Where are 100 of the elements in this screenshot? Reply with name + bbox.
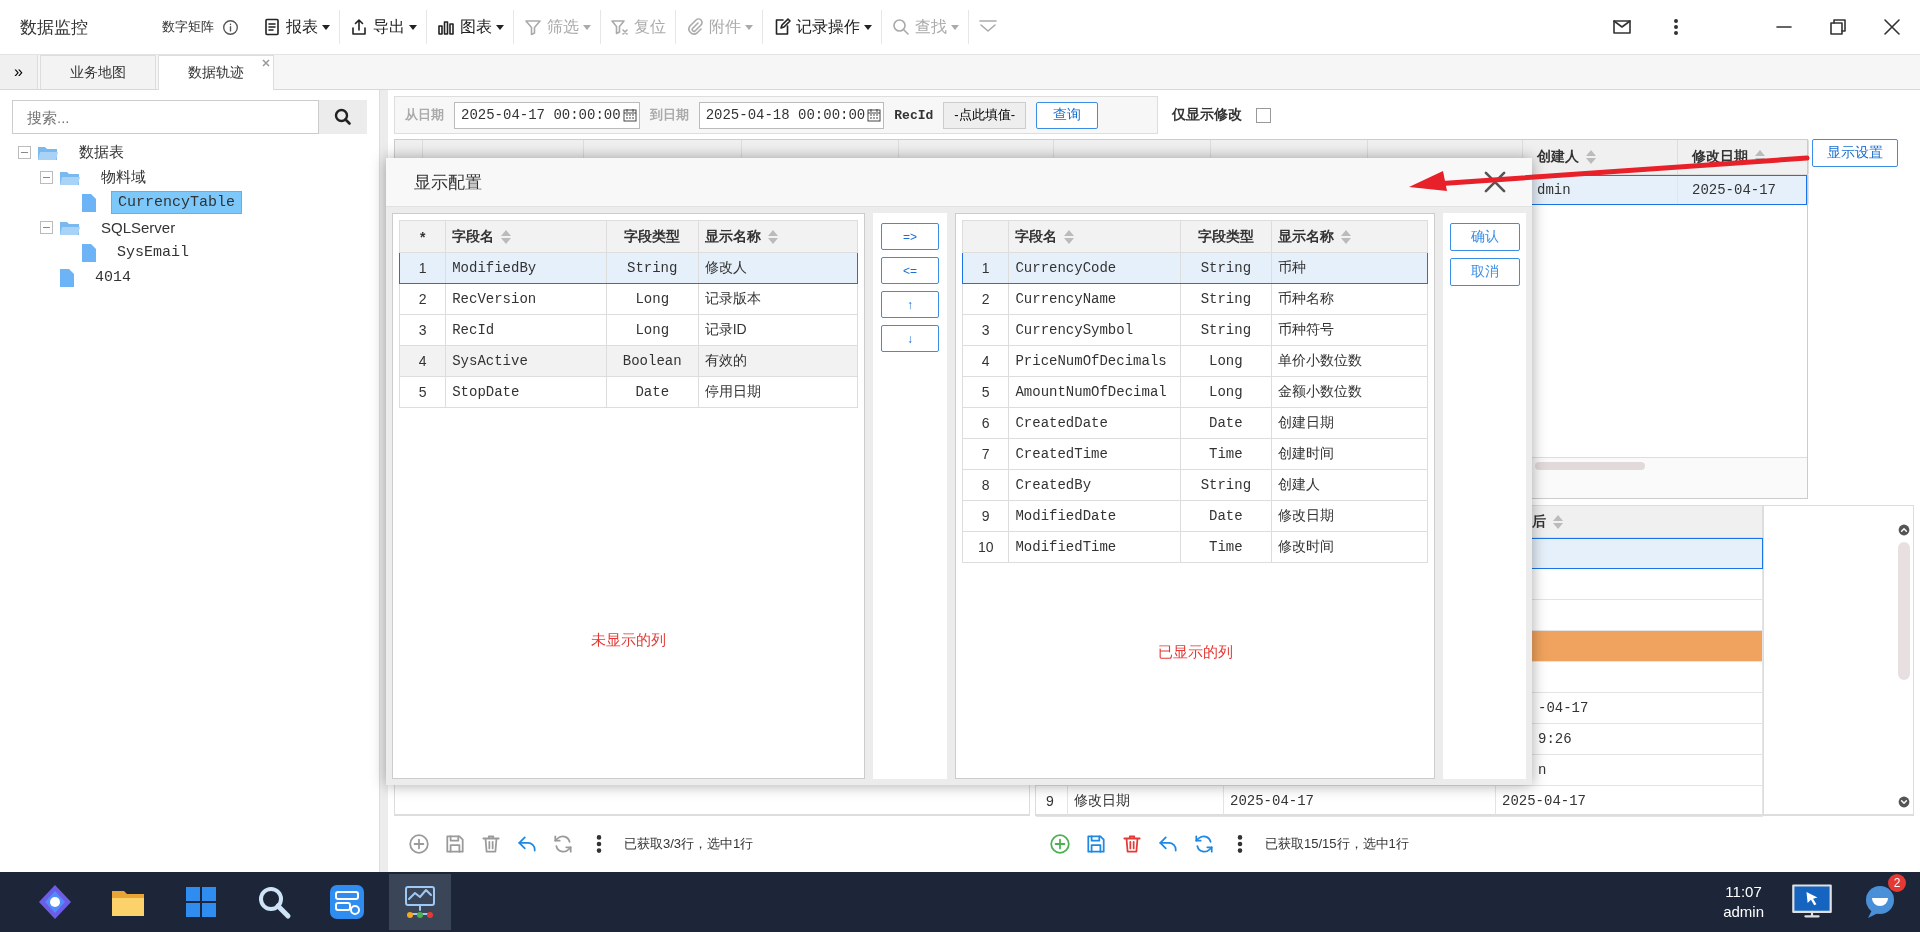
row-number: 3 <box>399 314 446 346</box>
search-button[interactable] <box>319 100 367 134</box>
mail-icon[interactable] <box>1612 17 1632 37</box>
trash-icon[interactable] <box>1121 833 1143 855</box>
expander-icon[interactable] <box>18 146 31 159</box>
table-row[interactable]: 1 CurrencyCode String 币种 <box>962 252 1428 284</box>
column-header: * <box>399 220 446 253</box>
expander-icon[interactable] <box>40 221 53 234</box>
query-button[interactable]: 查询 <box>1035 101 1098 129</box>
move-button[interactable]: ↓ <box>881 325 939 352</box>
table-row[interactable]: 10 ModifiedTime Time 修改时间 <box>962 531 1428 563</box>
table-row[interactable]: 2 CurrencyName String 币种名称 <box>962 283 1428 315</box>
table-cell: n <box>1538 762 1547 778</box>
calendar-icon[interactable] <box>867 108 882 122</box>
tree-item[interactable]: CurrencyTable <box>111 191 243 214</box>
row-number: 8 <box>962 469 1009 501</box>
table-cell: 2025-04-17 <box>1502 793 1586 809</box>
row-number: 9 <box>1046 793 1054 809</box>
table-cell: Time <box>1180 438 1272 470</box>
save-icon[interactable] <box>1085 833 1107 855</box>
table-cell: 2025-04-17 <box>1692 181 1776 198</box>
table-row[interactable]: 6 CreatedDate Date 创建日期 <box>962 407 1428 439</box>
table-row[interactable]: 8 CreatedBy String 创建人 <box>962 469 1428 501</box>
table-cell: Long <box>606 314 699 346</box>
checkbox[interactable] <box>1256 107 1271 123</box>
column-header: 字段类型 <box>624 227 681 246</box>
table-cell: 修改日期 <box>1271 500 1428 532</box>
table-row[interactable]: 5 StopDate Date 停用日期 <box>399 376 858 408</box>
close-icon[interactable] <box>1482 169 1508 195</box>
table-row[interactable]: 9 修改日期 2025-04-17 2025-04-17 <box>1036 786 1763 817</box>
row-number: 1 <box>399 252 446 284</box>
file-icon <box>81 192 97 213</box>
table-cell: String <box>1180 252 1272 284</box>
tree-item[interactable]: SysEmail <box>111 242 195 263</box>
tree-item[interactable]: 物料域 <box>95 166 152 189</box>
table-cell: RecId <box>445 314 607 346</box>
date-field[interactable]: 2025-04-18 00:00:00 <box>698 101 885 129</box>
display-settings-button[interactable]: 显示设置 <box>1812 139 1898 167</box>
tab-scroll-button[interactable]: » <box>0 55 38 89</box>
calendar-icon[interactable] <box>622 108 637 122</box>
table-cell: RecVersion <box>445 283 607 315</box>
confirm-button[interactable]: 确认 <box>1449 223 1520 251</box>
table-cell: 币种符号 <box>1271 314 1428 346</box>
expander-icon[interactable] <box>40 171 53 184</box>
scroll-up-icon[interactable] <box>1898 524 1910 536</box>
table-cell: 单价小数位数 <box>1271 345 1428 377</box>
table-cell: CurrencyName <box>1008 283 1181 315</box>
table-row[interactable]: 3 CurrencySymbol String 币种符号 <box>962 314 1428 346</box>
chart-button[interactable]: 图表 <box>427 10 514 44</box>
from-date-label: 从日期 <box>405 106 444 124</box>
report-button[interactable]: 报表 <box>253 10 340 44</box>
table-cell: String <box>1180 283 1272 315</box>
table-row[interactable]: 7 CreatedTime Time 创建时间 <box>962 438 1428 470</box>
restore-icon[interactable] <box>1828 17 1848 37</box>
table-cell: 有效的 <box>698 345 858 377</box>
table-row[interactable]: 5 AmountNumOfDecimal Long 金额小数位数 <box>962 376 1428 408</box>
table-row[interactable]: 9 ModifiedDate Date 修改日期 <box>962 500 1428 532</box>
user-name: admin <box>1723 902 1764 922</box>
date-field[interactable]: 2025-04-17 00:00:00 <box>454 101 640 129</box>
move-button[interactable]: => <box>881 223 939 250</box>
record-button[interactable]: 记录操作 <box>763 10 882 44</box>
table-row[interactable]: 4 PriceNumOfDecimals Long 单价小数位数 <box>962 345 1428 377</box>
scrollbar-thumb[interactable] <box>1535 462 1645 470</box>
row-number: 3 <box>962 314 1009 346</box>
scrollbar-track[interactable] <box>1898 542 1910 680</box>
refresh-icon[interactable] <box>1193 833 1215 855</box>
move-button[interactable]: ↑ <box>881 291 939 318</box>
table-row[interactable]: 2 RecVersion Long 记录版本 <box>399 283 858 315</box>
tab[interactable]: 业务地图 <box>40 55 156 89</box>
tree-item[interactable]: SQLServer <box>95 217 182 238</box>
cancel-button[interactable]: 取消 <box>1449 258 1520 286</box>
fill-value-button[interactable]: -点此填值- <box>943 101 1026 129</box>
table-row[interactable]: 4 SysActive Boolean 有效的 <box>399 345 858 377</box>
search-icon <box>891 17 911 37</box>
table-row[interactable]: 1 ModifiedBy String 修改人 <box>399 252 858 284</box>
notification-badge: 2 <box>1888 874 1906 892</box>
table-cell: String <box>1180 469 1272 501</box>
column-header: 字段名 <box>1015 227 1058 246</box>
table-cell: dmin <box>1537 181 1571 198</box>
table-row[interactable]: 3 RecId Long 记录ID <box>399 314 858 346</box>
filter-icon <box>523 17 543 37</box>
report-icon <box>262 17 282 37</box>
to-date-label: 到日期 <box>649 106 689 124</box>
tab[interactable]: 数据轨迹 <box>158 55 274 90</box>
table-cell: CreatedBy <box>1008 469 1181 501</box>
table-cell: 金额小数位数 <box>1271 376 1428 408</box>
scroll-down-icon[interactable] <box>1898 796 1910 808</box>
info-icon[interactable] <box>222 18 239 36</box>
move-button[interactable]: <= <box>881 257 939 284</box>
tree-item[interactable]: 数据表 <box>73 141 130 164</box>
add-icon[interactable] <box>1049 833 1071 855</box>
table-cell: String <box>606 252 699 284</box>
tree-item[interactable]: 4014 <box>89 267 137 288</box>
export-button[interactable]: 导出 <box>340 10 427 44</box>
table-cell: ModifiedBy <box>445 252 607 284</box>
table-cell: Long <box>606 283 699 315</box>
close-icon[interactable] <box>1882 17 1902 37</box>
search-field[interactable]: 搜索... <box>12 100 319 134</box>
row-number: 2 <box>962 283 1009 315</box>
table-cell: Date <box>1180 407 1272 439</box>
